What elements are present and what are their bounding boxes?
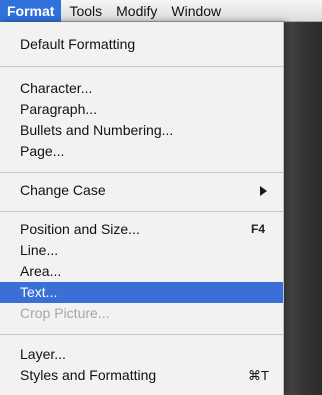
menu-item-label: Change Case (20, 182, 106, 198)
menu-item-label: Character... (20, 80, 93, 96)
menu-item-position-size[interactable]: Position and Size... F4 (0, 219, 283, 240)
menubar-format[interactable]: Format (0, 0, 62, 22)
menu-item-label: Line... (20, 242, 59, 258)
menu-item-crop-picture: Crop Picture... (0, 303, 283, 324)
menu-item-label: Text... (20, 284, 58, 300)
menubar-window[interactable]: Window (163, 0, 227, 22)
menu-separator (0, 172, 283, 173)
menu-item-page[interactable]: Page... (0, 141, 283, 162)
menu-item-character[interactable]: Character... (0, 78, 283, 99)
format-menu: Default Formatting Character... Paragrap… (0, 22, 284, 395)
menu-item-text[interactable]: Text... (0, 282, 283, 303)
menu-item-label: Paragraph... (20, 101, 98, 117)
menu-item-paragraph[interactable]: Paragraph... (0, 99, 283, 120)
menubar-tools[interactable]: Tools (61, 0, 108, 22)
menu-item-styles-formatting[interactable]: Styles and Formatting ⌘T (0, 365, 283, 386)
menu-bar: Format Tools Modify Window (0, 0, 322, 22)
window-backdrop (284, 0, 322, 395)
menu-separator (0, 66, 283, 67)
menu-item-bullets-numbering[interactable]: Bullets and Numbering... (0, 120, 283, 141)
menu-separator (0, 334, 283, 335)
menu-item-label: Layer... (20, 346, 66, 362)
shortcut-label: ⌘T (248, 368, 269, 383)
menu-item-area[interactable]: Area... (0, 261, 283, 282)
menu-item-label: Styles and Formatting (20, 367, 157, 383)
menubar-modify[interactable]: Modify (108, 0, 163, 22)
menu-item-label: Crop Picture... (20, 305, 110, 321)
menu-item-label: Position and Size... (20, 221, 140, 237)
menu-item-label: Page... (20, 143, 65, 159)
menu-item-line[interactable]: Line... (0, 240, 283, 261)
menu-item-change-case[interactable]: Change Case (0, 180, 283, 201)
menu-item-layer[interactable]: Layer... (0, 344, 283, 365)
menu-item-label: Bullets and Numbering... (20, 122, 174, 138)
menu-item-label: Area... (20, 263, 62, 279)
menu-item-default-formatting[interactable]: Default Formatting (0, 34, 283, 55)
menu-separator (0, 211, 283, 212)
menu-item-label: Default Formatting (20, 36, 136, 52)
shortcut-label: F4 (250, 222, 265, 236)
submenu-arrow-icon (260, 185, 267, 196)
